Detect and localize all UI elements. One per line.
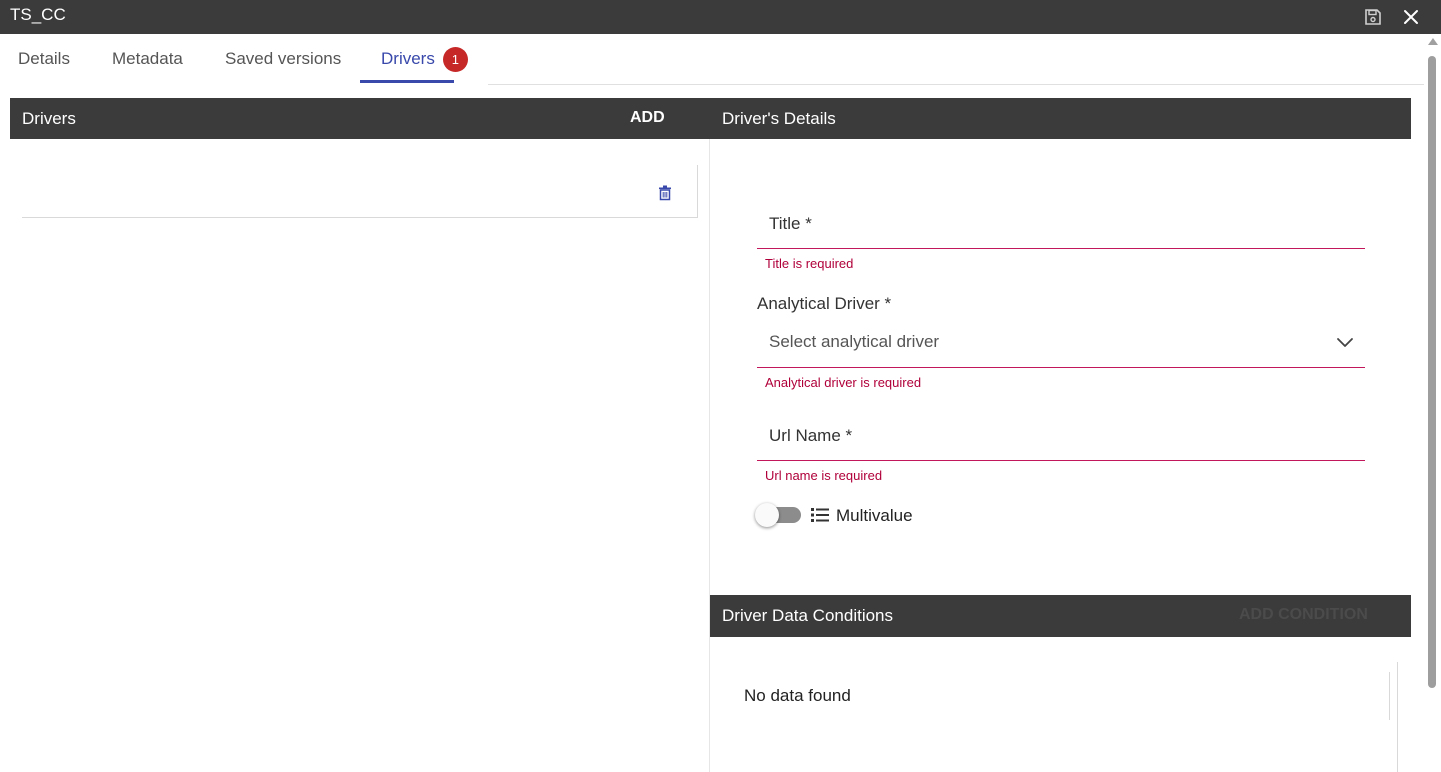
chevron-down-icon xyxy=(1337,338,1353,347)
title-field[interactable]: Title * xyxy=(757,205,1365,249)
conditions-title: Driver Data Conditions xyxy=(722,606,894,625)
tab-saved-versions[interactable]: Saved versions xyxy=(225,34,341,84)
driver-data-conditions-header: Driver Data Conditions ADD CONDITION xyxy=(710,595,1411,637)
title-field-underline xyxy=(757,248,1365,249)
title-error: Title is required xyxy=(765,256,854,271)
url-name-error: Url name is required xyxy=(765,468,883,483)
driver-details-header: Driver's Details xyxy=(710,98,1411,139)
conditions-divider xyxy=(1389,672,1390,720)
multivalue-toggle[interactable] xyxy=(755,502,805,528)
close-button[interactable] xyxy=(1397,3,1425,31)
save-button[interactable] xyxy=(1359,3,1387,31)
tab-label: Drivers xyxy=(381,49,435,68)
tab-divider xyxy=(488,84,1424,85)
active-tab-indicator xyxy=(360,80,454,83)
list-item[interactable] xyxy=(22,165,698,218)
error-count-badge: 1 xyxy=(442,46,468,72)
drivers-list xyxy=(10,139,710,772)
url-name-field-label: Url Name * xyxy=(769,426,853,445)
tab-label: Saved versions xyxy=(225,49,342,68)
analytical-driver-underline xyxy=(757,367,1365,368)
scroll-up-arrow-icon[interactable] xyxy=(1428,38,1438,45)
tab-metadata[interactable]: Metadata xyxy=(112,34,183,84)
panel-divider xyxy=(709,139,710,772)
add-driver-button[interactable]: ADD xyxy=(630,109,665,127)
analytical-driver-select[interactable]: Select analytical driver xyxy=(757,322,1365,367)
analytical-driver-label: Analytical Driver * xyxy=(757,294,892,313)
driver-details-title: Driver's Details xyxy=(722,109,836,128)
vertical-scrollbar[interactable] xyxy=(1424,34,1441,772)
scroll-thumb[interactable] xyxy=(1428,56,1436,688)
empty-state-text: No data found xyxy=(744,686,851,705)
title-bar: TS_CC xyxy=(0,0,1441,34)
multivalue-label: Multivalue xyxy=(836,506,913,525)
tab-label: Metadata xyxy=(112,49,183,68)
delete-driver-button[interactable] xyxy=(655,183,675,203)
driver-dialog: TS_CC Details Metadata Saved versions Dr… xyxy=(0,0,1441,772)
tab-drivers[interactable]: Drivers 1 xyxy=(381,34,468,84)
drivers-header: Drivers ADD xyxy=(10,98,710,139)
tab-bar: Details Metadata Saved versions Drivers … xyxy=(0,34,1424,86)
list-icon xyxy=(811,508,829,522)
title-field-label: Title * xyxy=(769,214,812,233)
analytical-driver-placeholder: Select analytical driver xyxy=(769,332,940,351)
drivers-title: Drivers xyxy=(22,109,76,128)
conditions-border xyxy=(1397,662,1398,772)
add-condition-button[interactable]: ADD CONDITION xyxy=(1239,606,1368,624)
close-icon xyxy=(1404,10,1418,24)
window-title: TS_CC xyxy=(10,5,66,24)
save-icon xyxy=(1365,9,1381,25)
url-name-underline xyxy=(757,460,1365,461)
trash-icon xyxy=(659,185,671,201)
tab-label: Details xyxy=(18,49,70,68)
url-name-field[interactable]: Url Name * xyxy=(757,416,1365,460)
tab-details[interactable]: Details xyxy=(18,34,70,84)
toggle-knob xyxy=(755,503,779,527)
analytical-driver-error: Analytical driver is required xyxy=(765,375,922,390)
